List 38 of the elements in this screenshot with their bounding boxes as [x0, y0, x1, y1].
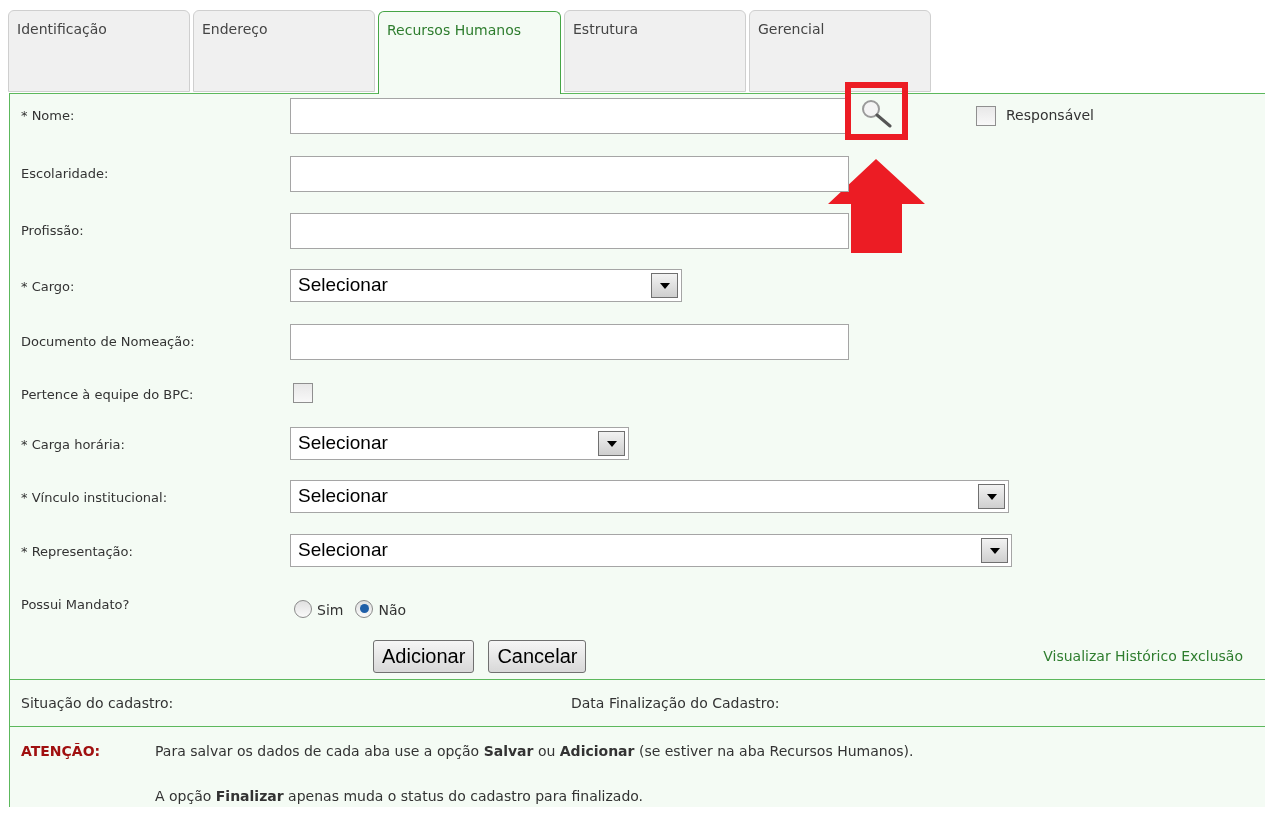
- field-label: * Representação:: [21, 543, 134, 561]
- field-label: Documento de Nomeação:: [21, 333, 196, 351]
- field-label: Pertence à equipe do BPC:: [21, 386, 195, 404]
- select-dropdown[interactable]: Selecionar: [290, 427, 629, 460]
- field-label: * Vínculo institucional:: [21, 489, 169, 507]
- tab[interactable]: Endereço: [193, 10, 375, 92]
- field-label: Profissão:: [21, 222, 85, 240]
- field-label: * Cargo:: [21, 278, 76, 296]
- select-dropdown[interactable]: Selecionar: [290, 480, 1009, 513]
- tab[interactable]: Estrutura: [564, 10, 746, 92]
- field-label: Escolaridade:: [21, 165, 110, 183]
- form-button[interactable]: Adicionar: [373, 639, 475, 673]
- form-button[interactable]: Cancelar: [488, 639, 587, 673]
- radio-button[interactable]: [355, 599, 374, 618]
- tab[interactable]: Gerencial: [749, 10, 931, 92]
- notice-text: Para salvar os dados de cada aba use a opção Salvar ou Adicionar (se estiver na aba Recursos Humanos).: [155, 742, 914, 761]
- field-label: Possui Mandato?: [21, 596, 131, 614]
- notice-text: A opção Finalizar apenas muda o status do cadastro para finalizado.: [155, 787, 645, 806]
- select-dropdown[interactable]: Selecionar: [290, 534, 1012, 567]
- text-input[interactable]: [290, 324, 849, 360]
- checkbox[interactable]: [293, 383, 313, 403]
- field-label: * Carga horária:: [21, 436, 126, 454]
- tab[interactable]: Recursos Humanos: [378, 11, 561, 94]
- radio-label: Não: [378, 601, 407, 620]
- checkbox[interactable]: [976, 105, 996, 126]
- status-label: Situação do cadastro:: [21, 693, 175, 713]
- history-link[interactable]: Visualizar Histórico Exclusão: [1043, 645, 1243, 667]
- status-label: Data Finalização do Cadastro:: [571, 693, 780, 713]
- text-input[interactable]: [290, 213, 849, 249]
- text-input[interactable]: [290, 156, 849, 192]
- radio-label: Sim: [317, 601, 344, 620]
- checkbox-label: Responsável: [1006, 106, 1094, 125]
- field-label: * Nome:: [21, 107, 76, 125]
- radio-button[interactable]: [294, 599, 312, 618]
- select-dropdown[interactable]: Selecionar: [290, 269, 682, 302]
- highlight-frame: [845, 82, 908, 140]
- notice-label: ATENÇÃO:: [21, 742, 102, 761]
- tab[interactable]: Identificação: [8, 10, 190, 92]
